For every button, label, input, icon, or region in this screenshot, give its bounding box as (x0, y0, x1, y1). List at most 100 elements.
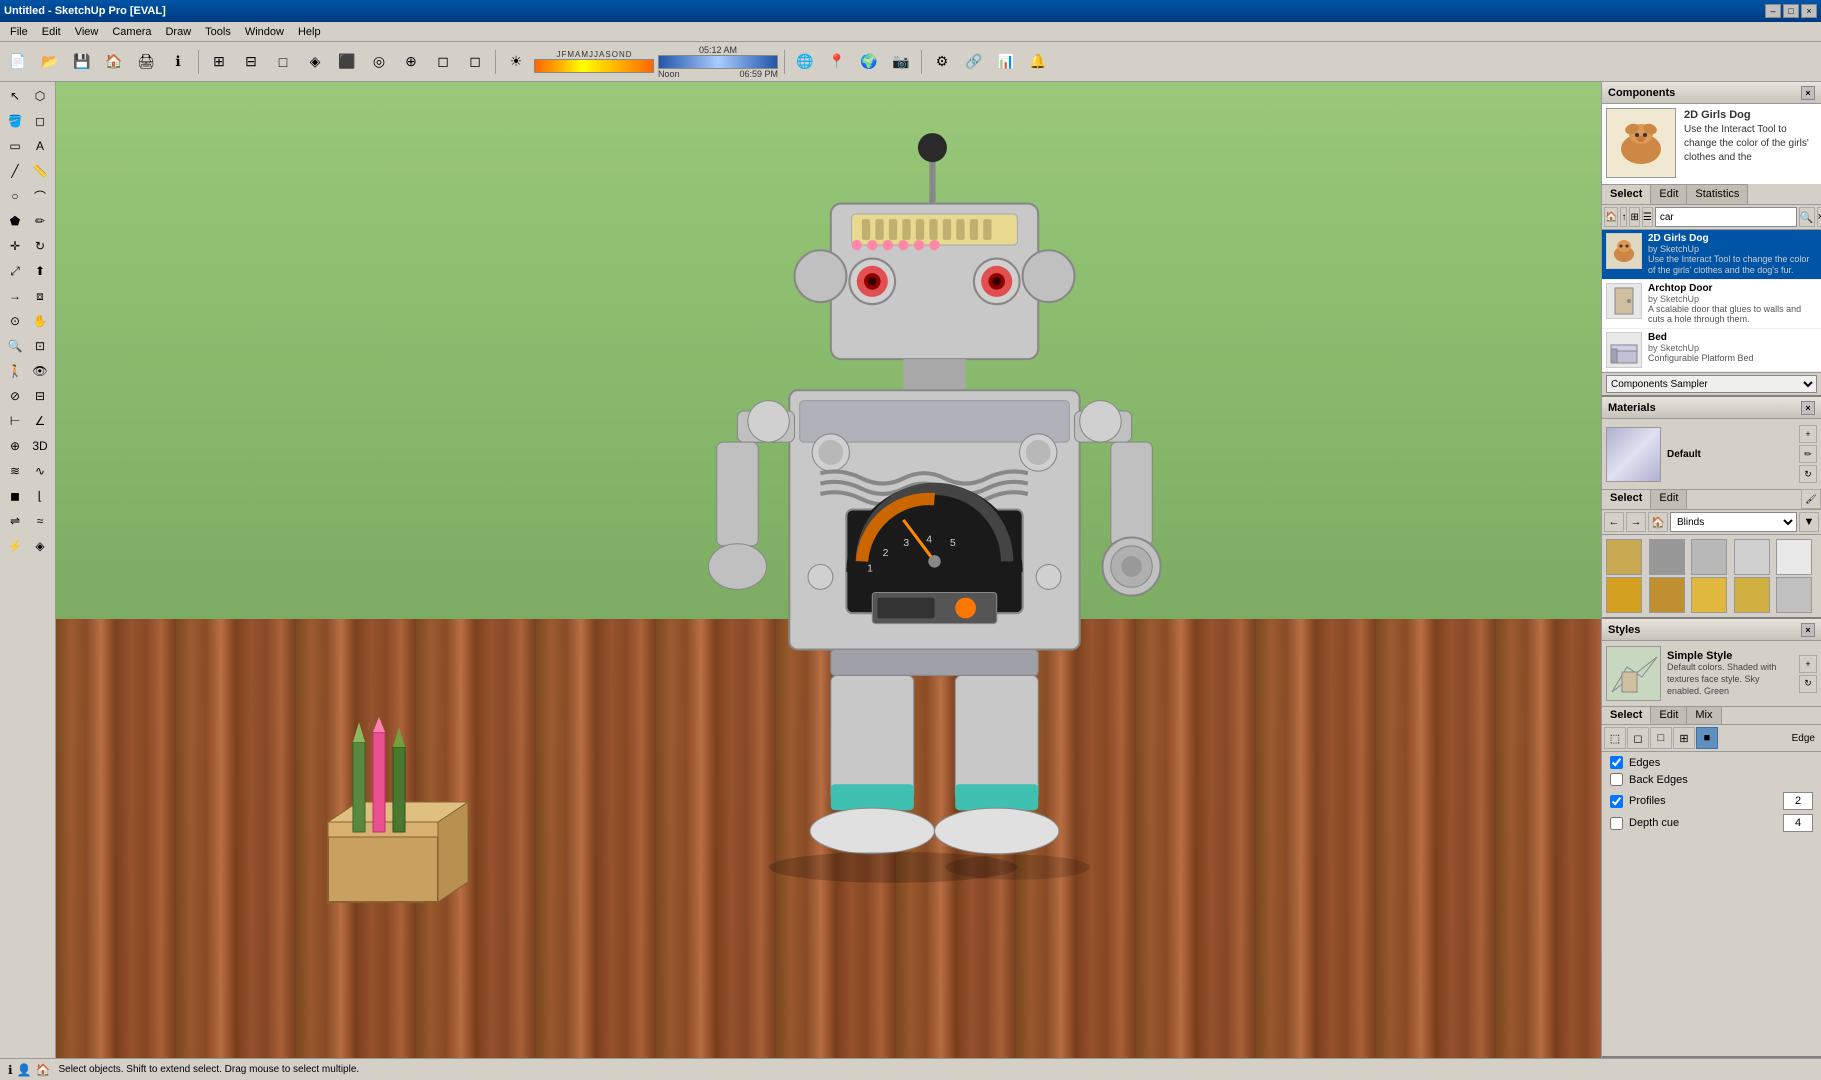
styles-edge-color-btn[interactable]: ■ (1696, 727, 1718, 749)
mat-swatch-4[interactable] (1734, 539, 1770, 575)
mat-swatch-3[interactable] (1691, 539, 1727, 575)
comp-tab-edit[interactable]: Edit (1651, 184, 1687, 204)
styles-wm-btn[interactable]: ⊞ (1673, 727, 1695, 749)
styles-close[interactable]: × (1801, 623, 1815, 637)
geo-btn3[interactable]: 🌍 (855, 48, 883, 76)
geo-btn2[interactable]: 📍 (823, 48, 851, 76)
mat-swatch-8[interactable] (1691, 577, 1727, 613)
move-tool[interactable]: ✛ (3, 234, 27, 258)
offset-tool[interactable]: ⧈ (28, 284, 52, 308)
text-tool[interactable]: A (28, 134, 52, 158)
view-btn3[interactable]: □ (269, 48, 297, 76)
measure-tool[interactable]: 📏 (28, 159, 52, 183)
canvas-area[interactable]: 1 2 3 4 5 (56, 82, 1601, 1058)
status-icon-home[interactable]: 🏠 (36, 1063, 51, 1077)
mat-menu-btn[interactable]: ▼ (1799, 512, 1819, 532)
styles-face-btn[interactable]: ◻ (1627, 727, 1649, 749)
menu-file[interactable]: File (4, 24, 34, 40)
menu-draw[interactable]: Draw (159, 24, 197, 40)
paint-tool[interactable]: 🪣 (3, 109, 27, 133)
orbit-tool[interactable]: ⊙ (3, 309, 27, 333)
view-btn8[interactable]: ◻ (429, 48, 457, 76)
styles-tab-edit[interactable]: Edit (1651, 706, 1687, 724)
menu-tools[interactable]: Tools (199, 24, 237, 40)
mat-swatch-1[interactable] (1606, 539, 1642, 575)
mat-fwd-btn[interactable]: → (1626, 512, 1646, 532)
arc-tool[interactable]: ⌒ (28, 184, 52, 208)
walktrough-tool[interactable]: 🚶 (3, 359, 27, 383)
styles-tab-mix[interactable]: Mix (1687, 706, 1721, 724)
smoove-tool[interactable]: ∿ (28, 459, 52, 483)
open-button[interactable]: 📂 (36, 48, 64, 76)
sun-time-slider[interactable] (658, 55, 778, 69)
components-close[interactable]: × (1801, 86, 1815, 100)
profiles-checkbox[interactable] (1610, 795, 1623, 808)
home-button[interactable]: 🏠 (100, 48, 128, 76)
mat-swatch-5[interactable] (1776, 539, 1812, 575)
menu-window[interactable]: Window (239, 24, 290, 40)
mat-home-btn[interactable]: 🏠 (1648, 512, 1668, 532)
mat-paint-btn[interactable]: 🖌 (1801, 489, 1821, 509)
comp-tab-select[interactable]: Select (1602, 184, 1651, 204)
interact-tool[interactable]: ⚡ (3, 534, 27, 558)
mat-category-dropdown[interactable]: Blinds (1670, 512, 1797, 532)
styles-create-btn[interactable]: + (1799, 655, 1817, 673)
angledim-tool[interactable]: ∠ (28, 409, 52, 433)
pushpull-tool[interactable]: ⬆ (28, 259, 52, 283)
rectangle-tool[interactable]: ▭ (3, 134, 27, 158)
materials-close[interactable]: × (1801, 401, 1815, 415)
menu-camera[interactable]: Camera (106, 24, 157, 40)
comp-list-btn[interactable]: ☰ (1642, 207, 1653, 227)
close-button[interactable]: × (1801, 4, 1817, 18)
dim-tool[interactable]: ⊢ (3, 409, 27, 433)
axes-tool[interactable]: ⊕ (3, 434, 27, 458)
comp-tab-statistics[interactable]: Statistics (1687, 184, 1748, 204)
view-btn6[interactable]: ◎ (365, 48, 393, 76)
select-tool[interactable]: ↖ (3, 84, 27, 108)
minimize-button[interactable]: – (1765, 4, 1781, 18)
comp-collection-select[interactable]: Components Sampler (1606, 375, 1817, 393)
edges-checkbox[interactable] (1610, 756, 1623, 769)
view-btn4[interactable]: ◈ (301, 48, 329, 76)
drape-tool[interactable]: ⌊ (28, 484, 52, 508)
styles-tab-select[interactable]: Select (1602, 706, 1651, 724)
eraser-tool[interactable]: ◻ (28, 109, 52, 133)
mat-swatch-6[interactable] (1606, 577, 1642, 613)
mat-tab-edit[interactable]: Edit (1651, 489, 1687, 509)
mat-swatch-7[interactable] (1649, 577, 1685, 613)
stamp-tool[interactable]: ◼ (3, 484, 27, 508)
comp-item-bed[interactable]: Bed by SketchUp Configurable Platform Be… (1602, 329, 1821, 372)
mat-edit-btn[interactable]: ✏ (1799, 445, 1817, 463)
comp-home-btn[interactable]: 🏠 (1604, 207, 1618, 227)
line-tool[interactable]: ╱ (3, 159, 27, 183)
freehand-tool[interactable]: ✏ (28, 209, 52, 233)
status-icon-person[interactable]: 👤 (17, 1063, 32, 1077)
comp-search-input[interactable] (1655, 207, 1797, 227)
rotate-tool[interactable]: ↻ (28, 234, 52, 258)
extra-btn1[interactable]: ⚙ (928, 48, 956, 76)
component-tool[interactable]: ⬡ (28, 84, 52, 108)
scale-tool[interactable]: ⤢ (3, 259, 27, 283)
comp-view-btn[interactable]: ⊞ (1629, 207, 1639, 227)
status-icon-info[interactable]: ℹ (8, 1063, 13, 1077)
view-btn5[interactable]: ⬛ (333, 48, 361, 76)
extra-btn2[interactable]: 🔗 (960, 48, 988, 76)
comp-item-dog[interactable]: 2D Girls Dog by SketchUp Use the Interac… (1602, 230, 1821, 280)
polygon-tool[interactable]: ⬟ (3, 209, 27, 233)
view-btn2[interactable]: ⊟ (237, 48, 265, 76)
menu-help[interactable]: Help (292, 24, 327, 40)
depthcue-checkbox[interactable] (1610, 817, 1623, 830)
3dtext-tool[interactable]: 3D (28, 434, 52, 458)
contour-tool[interactable]: ≈ (28, 509, 52, 533)
zoomextents-tool[interactable]: ⊡ (28, 334, 52, 358)
mat-back-btn[interactable]: ← (1604, 512, 1624, 532)
mat-refresh-btn[interactable]: ↻ (1799, 465, 1817, 483)
extra-btn3[interactable]: 📊 (992, 48, 1020, 76)
ruby-tool[interactable]: ◈ (28, 534, 52, 558)
styles-update-btn[interactable]: ↻ (1799, 675, 1817, 693)
model-info-button[interactable]: ℹ (164, 48, 192, 76)
tape-tool[interactable]: ⊟ (28, 384, 52, 408)
pan-tool[interactable]: ✋ (28, 309, 52, 333)
zoom-tool[interactable]: 🔍 (3, 334, 27, 358)
view-btn1[interactable]: ⊞ (205, 48, 233, 76)
